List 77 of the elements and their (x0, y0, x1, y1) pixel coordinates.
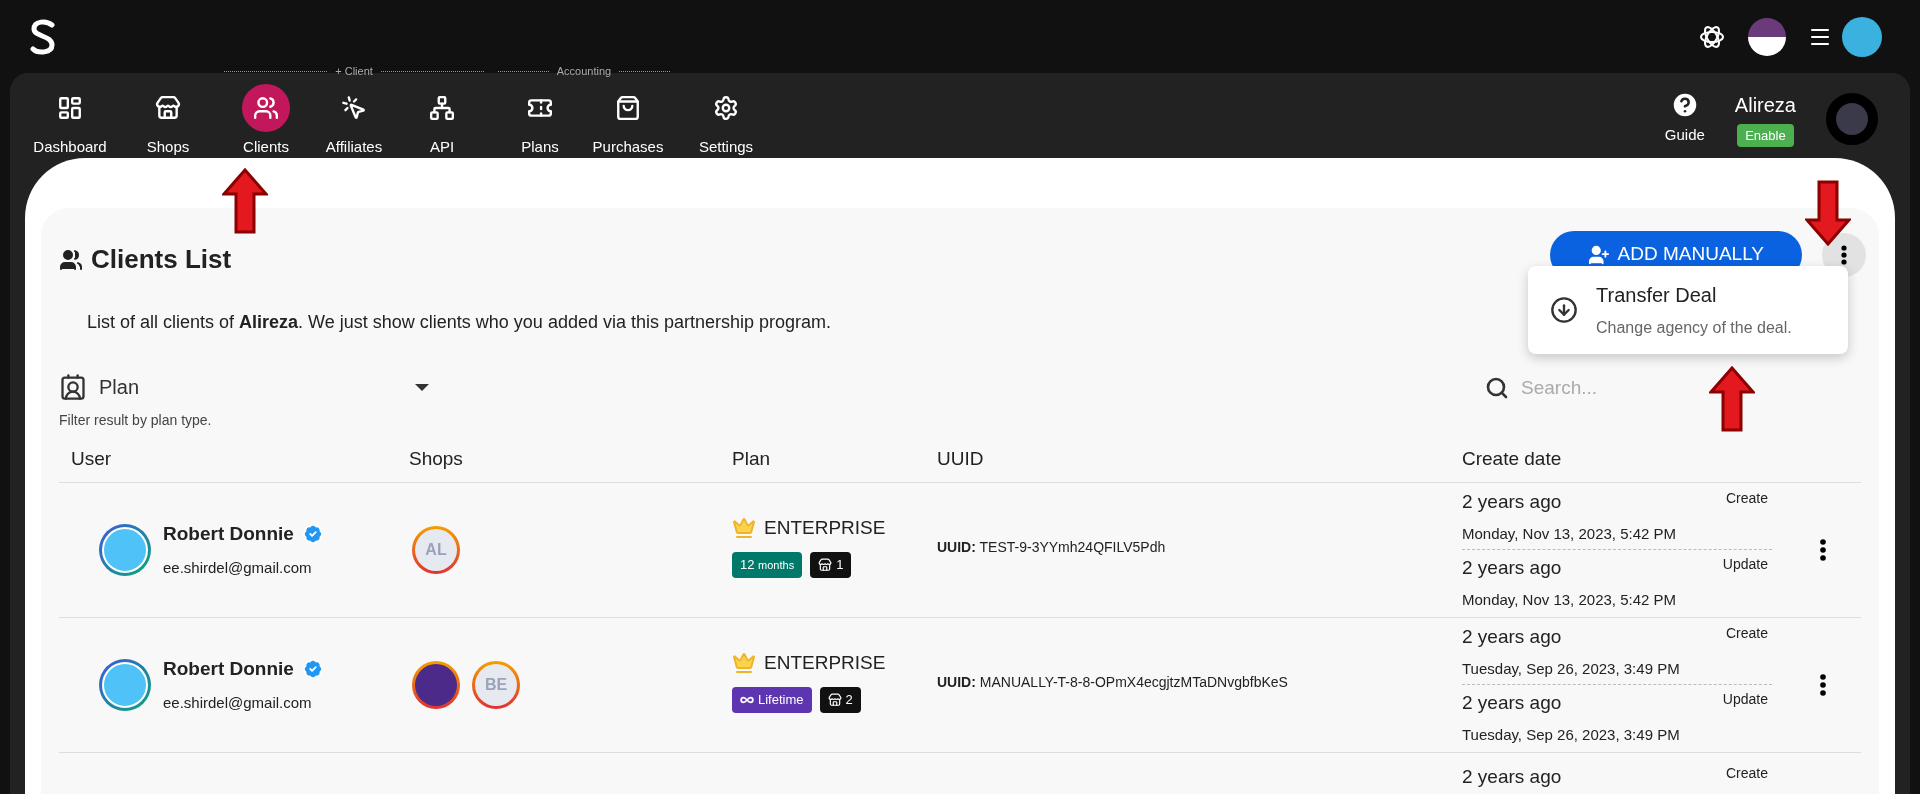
caret-icon (415, 383, 429, 391)
date-type-label: Update (1722, 690, 1768, 709)
date-type-label: Create (1725, 763, 1768, 783)
nav-item[interactable]: API (400, 83, 484, 158)
nav-group-label: + Client (335, 64, 373, 79)
nav-item[interactable]: Settings (684, 83, 768, 158)
plan-name: ENTERPRISE (764, 515, 886, 540)
nav-item[interactable]: Clients (224, 83, 308, 158)
column-header: Plan (732, 447, 772, 471)
relative-date: 2 years ago (1462, 691, 1562, 715)
uuid-text: UUID: MANUALLY-T-8-8-OPmX4ecgjtzMTaDNvgbfbKeS (937, 674, 1288, 690)
full-date: Tuesday, Sep 26, 2023, 3:49 PM (1462, 658, 1681, 679)
page-title: Clients List (91, 243, 232, 276)
crown-icon (732, 650, 756, 675)
column-header: Shops (409, 447, 464, 471)
clients-icon (59, 247, 83, 272)
full-date: Tuesday, Sep 26, 2023, 3:49 PM (1462, 724, 1681, 745)
shop-logo[interactable] (412, 660, 460, 709)
duration-badge: 12 months (732, 552, 803, 578)
nav-icon (341, 94, 367, 121)
column-header: Create date (1462, 447, 1563, 471)
download-icon (1550, 296, 1578, 324)
relative-date: 2 years ago (1462, 625, 1562, 649)
full-date: Monday, Nov 13, 2023, 5:42 PM (1462, 589, 1677, 610)
nav-icon (713, 94, 739, 121)
app-avatar-icon[interactable] (1748, 17, 1786, 56)
nav-icon (615, 94, 641, 121)
nav-icon (253, 94, 279, 121)
crown-icon (732, 515, 756, 540)
description-text: List of all clients of Alireza. We just show clients who you added via this partnership program. (87, 311, 832, 334)
plan-name: ENTERPRISE (764, 650, 886, 675)
user-avatar (99, 523, 151, 576)
nav-group-label: Accounting (556, 64, 612, 79)
more-icon (1820, 538, 1826, 561)
duration-badge: Lifetime (732, 687, 812, 713)
user-avatar (99, 658, 151, 711)
guide-button[interactable]: Guide (1664, 90, 1705, 147)
uuid-text: UUID: TEST-9-3YYmh24QFILV5Pdh (937, 539, 1166, 555)
nav-icon (57, 94, 83, 121)
search-field[interactable]: Search... (1521, 374, 1771, 403)
more-icon (1841, 244, 1847, 265)
date-type-label: Create (1725, 489, 1768, 508)
shop-count-badge: 1 (810, 552, 852, 578)
user-name: Robert Donnie (163, 657, 294, 681)
user-avatar[interactable] (1842, 16, 1882, 57)
nav-item[interactable]: Affiliates (312, 83, 396, 158)
date-type-label: Update (1722, 555, 1768, 574)
menu-item[interactable]: Transfer Deal Change agency of the deal. (1528, 276, 1848, 344)
search-icon (1485, 376, 1509, 401)
more-icon (1820, 673, 1826, 696)
relative-date: 2 years ago (1462, 764, 1562, 789)
nav-item[interactable]: Shops (126, 83, 210, 158)
filter-hint: Filter result by plan type. (59, 411, 213, 430)
arrow-annotation-icon (222, 168, 268, 234)
nav-item[interactable]: Dashboard (28, 83, 112, 158)
nav-item[interactable]: Purchases (586, 83, 670, 158)
arrow-annotation-icon (1805, 180, 1851, 246)
user-email: ee.shirdel@gmail.com (163, 692, 313, 713)
user-name: Robert Donnie (163, 522, 294, 546)
nav-icon (155, 94, 181, 121)
plan-select[interactable]: Plan (59, 372, 429, 402)
date-type-label: Create (1725, 624, 1768, 643)
user-email: ee.shirdel@gmail.com (163, 557, 313, 578)
relative-date: 2 years ago (1462, 490, 1562, 514)
arrow-annotation-icon (1709, 366, 1755, 432)
column-header: User (71, 447, 113, 471)
full-date: Monday, Nov 13, 2023, 5:42 PM (1462, 523, 1677, 544)
contact-card-icon (59, 373, 87, 401)
shop-count-badge: 2 (819, 687, 861, 713)
profile-name: Alireza (1734, 92, 1796, 118)
logo-icon (28, 18, 58, 55)
status-badge: Enable (1737, 123, 1794, 148)
relative-date: 2 years ago (1462, 556, 1562, 580)
column-header: UUID (937, 447, 985, 471)
nav-icon (429, 94, 455, 121)
add-user-icon (1587, 243, 1610, 266)
nav-item[interactable]: Plans (498, 83, 582, 158)
